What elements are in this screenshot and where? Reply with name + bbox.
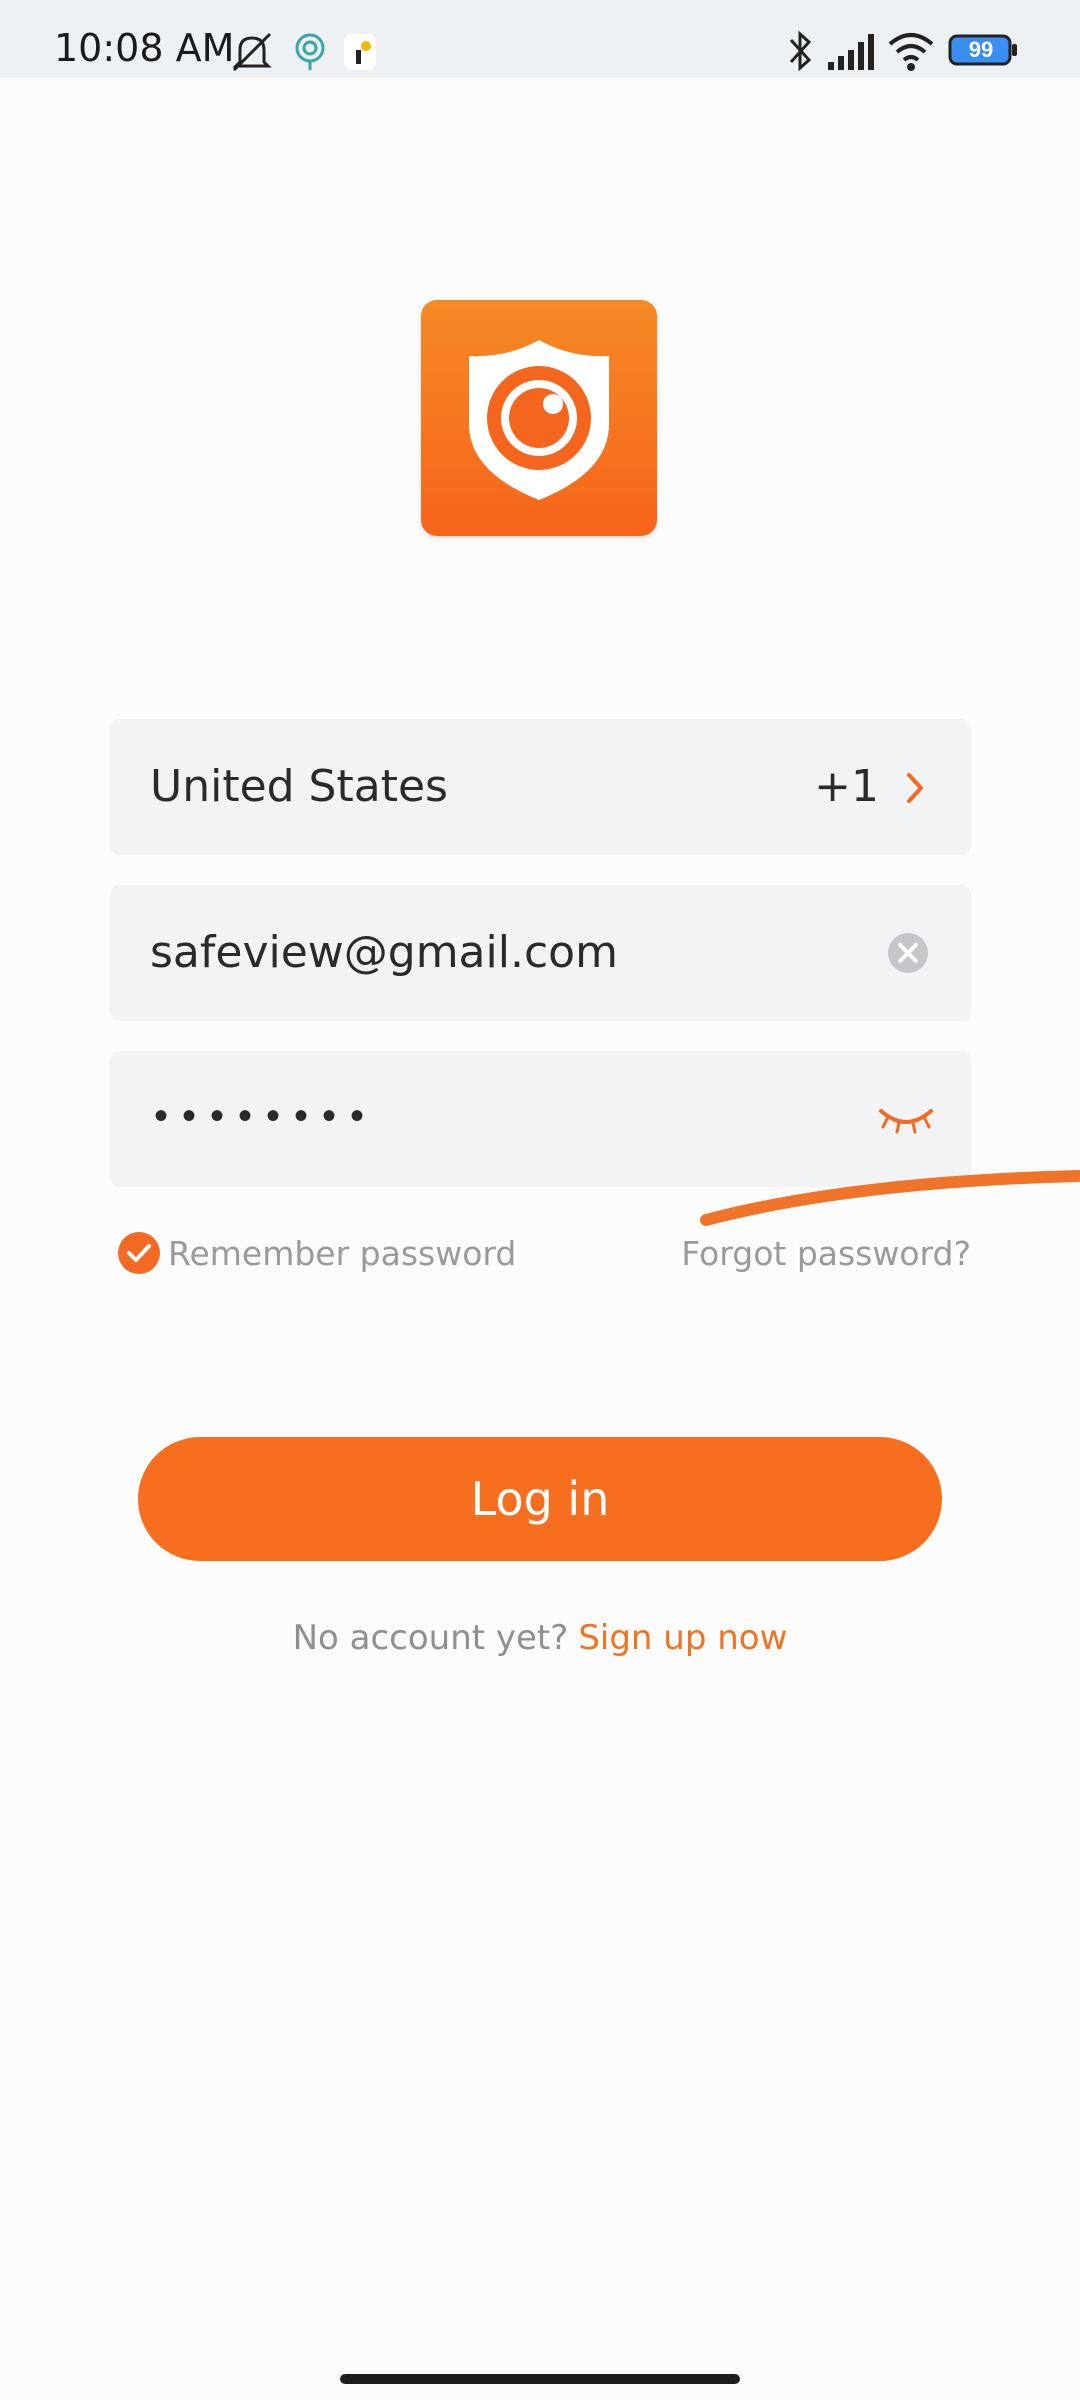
- app-logo: [421, 300, 657, 536]
- scribble-stroke: [700, 1170, 1080, 1226]
- home-indicator[interactable]: [340, 2374, 740, 2384]
- country-name: United States: [150, 761, 448, 812]
- signup-row: No account yet? Sign up now: [0, 1618, 1080, 1658]
- country-code: +1: [814, 761, 879, 812]
- hotspot-icon: [295, 33, 325, 70]
- signup-prompt: No account yet?: [292, 1618, 569, 1658]
- bluetooth-icon: [789, 30, 812, 72]
- status-bar: 10:08 AM 99: [0, 0, 1080, 78]
- email-input[interactable]: safeview@gmail.com: [150, 885, 618, 1021]
- status-time: 10:08 AM: [54, 26, 235, 70]
- chevron-right-icon: [907, 773, 923, 803]
- shield-camera-icon: [469, 340, 609, 500]
- notification-icon: [344, 34, 376, 70]
- password-input[interactable]: ••••••••: [154, 1051, 378, 1187]
- eye-closed-icon[interactable]: [877, 1101, 935, 1137]
- email-field[interactable]: safeview@gmail.com: [110, 885, 971, 1021]
- signup-link[interactable]: Sign up now: [578, 1618, 787, 1658]
- checkbox[interactable]: [118, 1232, 160, 1274]
- checkmark-icon: [127, 1244, 151, 1262]
- mute-bell-icon: [232, 32, 272, 72]
- login-button[interactable]: Log in: [138, 1437, 942, 1561]
- remember-password-label: Remember password: [168, 1234, 517, 1273]
- battery-level: 99: [968, 37, 994, 62]
- battery-icon: 99: [948, 34, 1017, 66]
- clear-icon[interactable]: [887, 932, 929, 974]
- signal-icon: [828, 34, 874, 70]
- country-selector[interactable]: United States +1: [110, 719, 971, 855]
- wifi-icon: [888, 33, 934, 71]
